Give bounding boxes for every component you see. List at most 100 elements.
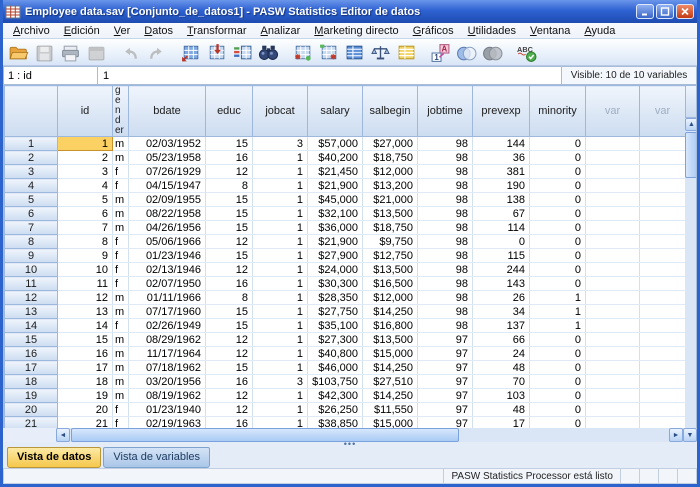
cell-var1[interactable] (586, 361, 640, 375)
cell-minority[interactable]: 0 (530, 137, 586, 151)
cell-prevexp[interactable]: 17 (473, 417, 530, 429)
cell-var2[interactable] (640, 207, 686, 221)
row-header-8[interactable]: 8 (5, 235, 58, 249)
cell-educ[interactable]: 15 (206, 137, 253, 151)
cell-var1[interactable] (586, 319, 640, 333)
cell-prevexp[interactable]: 34 (473, 305, 530, 319)
cell-educ[interactable]: 15 (206, 193, 253, 207)
vscroll-track[interactable] (685, 179, 697, 428)
cell-educ[interactable]: 15 (206, 221, 253, 235)
scroll-right-button[interactable]: ► (669, 428, 683, 442)
cell-jobcat[interactable]: 3 (253, 375, 308, 389)
cell-prevexp[interactable]: 137 (473, 319, 530, 333)
cell-jobtime[interactable]: 97 (418, 417, 473, 429)
row-header-16[interactable]: 16 (5, 347, 58, 361)
cell-gender[interactable]: f (113, 403, 129, 417)
cell-minority[interactable]: 0 (530, 347, 586, 361)
cell-jobtime[interactable]: 98 (418, 319, 473, 333)
cell-jobcat[interactable]: 1 (253, 207, 308, 221)
cell-educ[interactable]: 8 (206, 179, 253, 193)
weight-cases-icon[interactable] (369, 42, 392, 63)
cell-jobtime[interactable]: 98 (418, 193, 473, 207)
cell-salary[interactable]: $21,900 (308, 179, 363, 193)
cell-minority[interactable]: 0 (530, 263, 586, 277)
cell-jobtime[interactable]: 97 (418, 347, 473, 361)
cell-bdate[interactable]: 02/09/1955 (129, 193, 206, 207)
cell-var2[interactable] (640, 249, 686, 263)
cell-jobcat[interactable]: 1 (253, 235, 308, 249)
cell-educ[interactable]: 12 (206, 235, 253, 249)
cell-prevexp[interactable]: 24 (473, 347, 530, 361)
hscroll-thumb[interactable] (71, 428, 459, 442)
cell-gender[interactable]: m (113, 207, 129, 221)
cell-minority[interactable]: 0 (530, 193, 586, 207)
cell-jobcat[interactable]: 1 (253, 263, 308, 277)
row-header-5[interactable]: 5 (5, 193, 58, 207)
cell-salary[interactable]: $30,300 (308, 277, 363, 291)
cell-salbegin[interactable]: $13,500 (363, 263, 418, 277)
column-header-minority[interactable]: minority (530, 86, 586, 137)
cell-jobcat[interactable]: 1 (253, 249, 308, 263)
cell-minority[interactable]: 0 (530, 179, 586, 193)
row-header-6[interactable]: 6 (5, 207, 58, 221)
cell-id[interactable]: 2 (58, 151, 113, 165)
cell-bdate[interactable]: 02/03/1952 (129, 137, 206, 151)
cell-var1[interactable] (586, 249, 640, 263)
cell-id[interactable]: 9 (58, 249, 113, 263)
cell-var2[interactable] (640, 277, 686, 291)
cell-id[interactable]: 19 (58, 389, 113, 403)
cell-minority[interactable]: 0 (530, 277, 586, 291)
goto-case-icon[interactable] (205, 42, 228, 63)
cell-prevexp[interactable]: 190 (473, 179, 530, 193)
cell-salbegin[interactable]: $14,250 (363, 389, 418, 403)
cell-gender[interactable]: f (113, 277, 129, 291)
cell-salary[interactable]: $24,000 (308, 263, 363, 277)
cell-gender[interactable]: f (113, 179, 129, 193)
cell-jobcat[interactable]: 1 (253, 221, 308, 235)
cell-prevexp[interactable]: 381 (473, 165, 530, 179)
cell-prevexp[interactable]: 48 (473, 361, 530, 375)
cell-jobtime[interactable]: 98 (418, 277, 473, 291)
scroll-down-button[interactable]: ▼ (683, 428, 697, 442)
cell-salary[interactable]: $28,350 (308, 291, 363, 305)
cell-id[interactable]: 5 (58, 193, 113, 207)
cell-educ[interactable]: 15 (206, 319, 253, 333)
cell-var2[interactable] (640, 305, 686, 319)
row-header-21[interactable]: 21 (5, 417, 58, 429)
cell-gender[interactable]: f (113, 165, 129, 179)
cell-id[interactable]: 8 (58, 235, 113, 249)
cell-bdate[interactable]: 07/26/1929 (129, 165, 206, 179)
cell-gender[interactable]: m (113, 221, 129, 235)
cell-salary[interactable]: $103,750 (308, 375, 363, 389)
cell-bdate[interactable]: 02/13/1946 (129, 263, 206, 277)
vertical-scrollbar[interactable]: ▲ (685, 85, 697, 428)
cell-id[interactable]: 21 (58, 417, 113, 429)
row-header-19[interactable]: 19 (5, 389, 58, 403)
cell-bdate[interactable]: 08/19/1962 (129, 389, 206, 403)
cell-gender[interactable]: f (113, 263, 129, 277)
cell-prevexp[interactable]: 48 (473, 403, 530, 417)
cell-salary[interactable]: $45,000 (308, 193, 363, 207)
cell-prevexp[interactable]: 244 (473, 263, 530, 277)
scroll-up-button[interactable]: ▲ (685, 118, 697, 131)
menu-ayuda[interactable]: Ayuda (577, 25, 622, 37)
cell-bdate[interactable]: 02/19/1963 (129, 417, 206, 429)
cell-salbegin[interactable]: $16,800 (363, 319, 418, 333)
column-header-salbegin[interactable]: salbegin (363, 86, 418, 137)
cell-id[interactable]: 3 (58, 165, 113, 179)
cell-id[interactable]: 4 (58, 179, 113, 193)
column-header-id[interactable]: id (58, 86, 113, 137)
cell-educ[interactable]: 12 (206, 389, 253, 403)
cell-var1[interactable] (586, 165, 640, 179)
cell-minority[interactable]: 1 (530, 319, 586, 333)
cell-salbegin[interactable]: $18,750 (363, 221, 418, 235)
cell-var1[interactable] (586, 263, 640, 277)
cell-salary[interactable]: $32,100 (308, 207, 363, 221)
cell-bdate[interactable]: 01/23/1946 (129, 249, 206, 263)
cell-bdate[interactable]: 01/11/1966 (129, 291, 206, 305)
cell-salary[interactable]: $21,450 (308, 165, 363, 179)
cell-bdate[interactable]: 05/23/1958 (129, 151, 206, 165)
insert-cases-icon[interactable] (291, 42, 314, 63)
cell-bdate[interactable]: 03/20/1956 (129, 375, 206, 389)
cell-salary[interactable]: $38,850 (308, 417, 363, 429)
